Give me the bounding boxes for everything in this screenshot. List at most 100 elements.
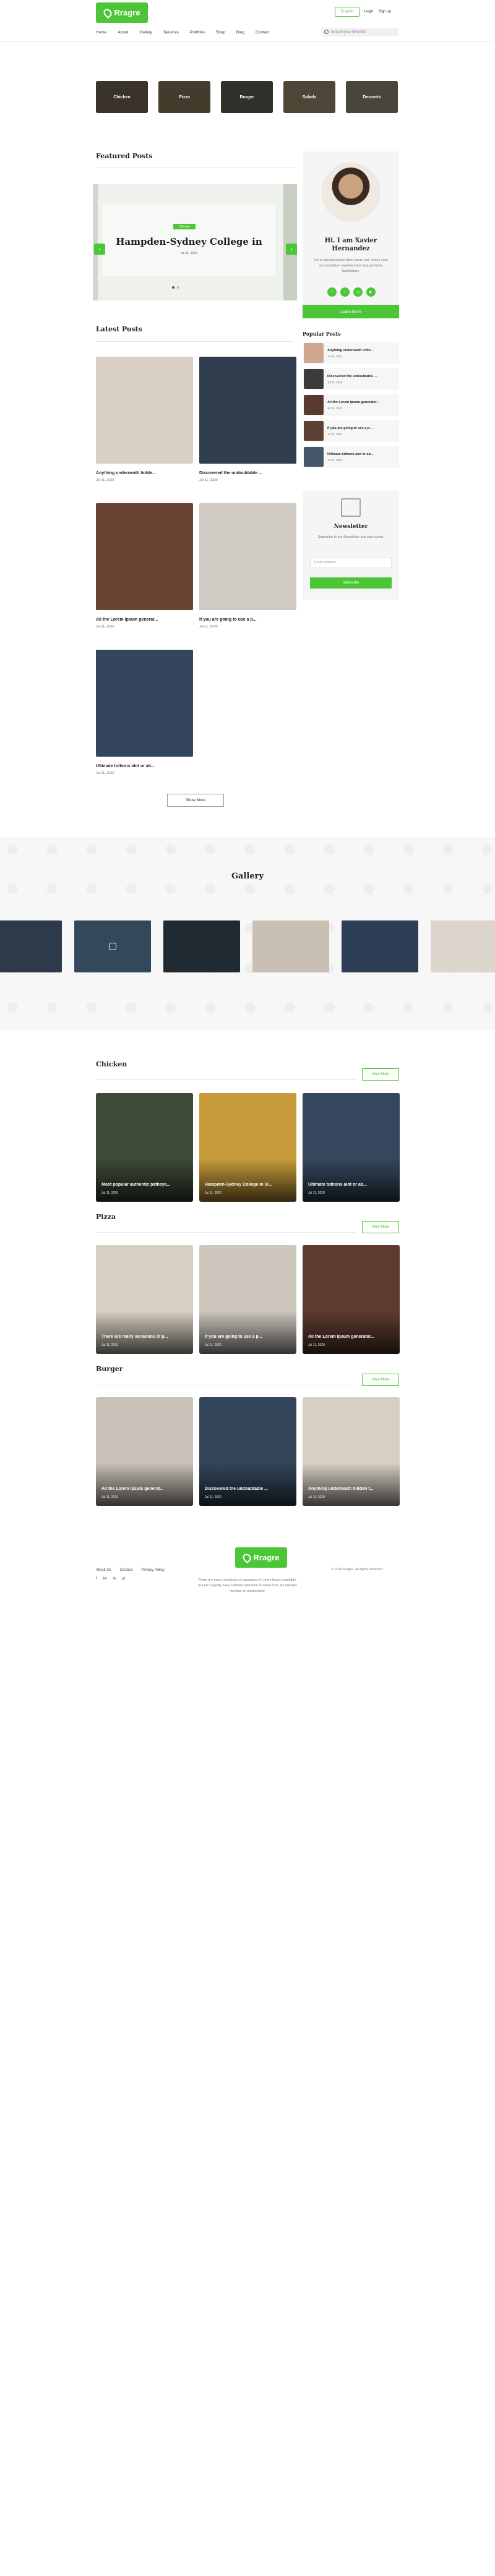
post-title[interactable]: All the Lorem Ipsum generat... [96,618,193,622]
gallery-image[interactable] [252,920,329,972]
popular-item[interactable]: All the Lorem Ipsum generator... Jul 11, … [303,394,399,416]
twitter-icon[interactable]: t [340,287,350,297]
popular-item[interactable]: Ultimate tuthoris alot or ab... Jul 11, 2… [303,446,399,468]
card-title[interactable]: There are many variations of p... [101,1335,189,1339]
category-post-card[interactable]: Hampden-Sydney College in Vi... Jul 11, 2… [199,1093,296,1202]
newsletter-email-field[interactable]: Email Address [310,557,392,568]
subscribe-button[interactable]: Subscribe [310,577,392,589]
category-post-card[interactable]: All the Lorem Ipsum generat... Jul 11, 20… [96,1397,193,1506]
footer-link-contact[interactable]: Contact [120,1568,133,1572]
category-card[interactable]: Salads [283,81,335,113]
gallery-image[interactable] [0,920,62,972]
show-more-button[interactable]: Show More [167,794,224,807]
instagram-icon[interactable]: ◎ [353,287,363,297]
card-title[interactable]: Most popular authentic pathsys... [101,1183,189,1187]
signup-link[interactable]: Sign up [378,10,390,14]
gallery-image[interactable] [74,920,151,972]
post-title[interactable]: If you are going to use a p... [199,618,296,622]
slide-peek [283,184,297,300]
nav-home[interactable]: Home [96,30,106,35]
post-title[interactable]: Ultimate tuthoris alot or ab... [96,764,193,768]
category-post-card[interactable]: Most popular authentic pathsys... Jul 11,… [96,1093,193,1202]
view-more-button[interactable]: View More [362,1068,399,1081]
gallery-image[interactable] [163,920,240,972]
card-title[interactable]: If you are going to use a p... [205,1335,293,1339]
section-divider [96,341,294,342]
post-image[interactable] [199,357,296,464]
nav-gallery[interactable]: Gallery [139,30,152,35]
popular-item-title[interactable]: Ultimate tuthoris alot or ab... [327,453,374,456]
popular-item-title[interactable]: All the Lorem Ipsum generator... [327,401,379,404]
post-card[interactable]: Ultimate tuthoris alot or ab... Jul 11, 2… [96,650,193,775]
search-input[interactable]: Search your favorites [321,28,398,36]
popular-item[interactable]: If you are going to use a p... Jul 11, 20… [303,420,399,442]
footer-link-privacy[interactable]: Privacy Policy [141,1568,164,1572]
nav-portfolio[interactable]: Portfolio [190,30,205,35]
post-title[interactable]: Anything underneath hidde... [96,471,193,475]
nav-shop[interactable]: Shop [216,30,225,35]
nav-services[interactable]: Services [163,30,179,35]
view-more-button[interactable]: View More [362,1221,399,1233]
popular-item-title[interactable]: Discovered the undoubtable ... [327,375,377,378]
slider-next-button[interactable]: › [286,244,297,255]
post-card[interactable]: If you are going to use a p... Jul 11, 20… [199,503,296,629]
post-title[interactable]: Discovered the undoubtable ... [199,471,296,475]
nav-blog[interactable]: Blog [236,30,244,35]
slider-dot[interactable] [177,286,179,289]
slider-dot[interactable] [172,286,174,289]
post-image[interactable] [96,503,193,610]
post-card[interactable]: Anything underneath hidde... Jul 11, 2020 [96,357,193,482]
featured-post-title[interactable]: Hampden-Sydney College in [104,236,274,247]
card-title[interactable]: Hampden-Sydney College in Vi... [205,1183,293,1187]
category-post-card[interactable]: Anything underneath hidden t... Jul 11, 2… [303,1397,400,1506]
category-card[interactable]: Desserts [346,81,398,113]
linkedin-icon[interactable]: in [113,1577,116,1581]
popular-item-title[interactable]: If you are going to use a p... [327,427,372,430]
site-logo[interactable]: Rragre [96,2,148,23]
card-title[interactable]: Ultimate tuthoris alot or ab... [308,1183,396,1187]
card-title[interactable]: All the Lorem Ipsum generat... [101,1487,189,1491]
language-button[interactable]: English [335,7,359,17]
gallery-image[interactable] [431,920,495,972]
youtube-icon[interactable]: yt [122,1577,125,1581]
post-image[interactable] [96,357,193,464]
category-post-card[interactable]: There are many variations of p... Jul 11,… [96,1245,193,1354]
footer-logo[interactable]: Rragre [235,1547,287,1568]
nav-about[interactable]: About [118,30,128,35]
category-card[interactable]: Chicken [96,81,148,113]
view-more-button[interactable]: View More [362,1374,399,1386]
featured-meta: Jul 11, 2020 [181,252,197,255]
youtube-icon[interactable]: ▶ [366,287,376,297]
category-post-card[interactable]: Discovered the undoubtable ... Jul 11, 20… [199,1397,296,1506]
category-post-card[interactable]: Ultimate tuthoris alot or ab... Jul 11, 2… [303,1093,400,1202]
facebook-icon[interactable]: f [327,287,337,297]
footer-link-about[interactable]: About Us [96,1568,111,1572]
login-link[interactable]: Login [364,10,374,14]
popular-item[interactable]: Anything underneath leftlo... Jul 11, 202… [303,342,399,364]
learn-more-button[interactable]: Learn More [303,305,399,318]
featured-tag[interactable]: Chicken [173,224,196,229]
twitter-icon[interactable]: tw [103,1577,107,1581]
category-post-card[interactable]: All the Lorem Ipsum generator... Jul 11, … [303,1245,400,1354]
popular-item[interactable]: Discovered the undoubtable ... Jul 11, 20… [303,368,399,390]
category-post-card[interactable]: If you are going to use a p... Jul 11, 20… [199,1245,296,1354]
slider-prev-button[interactable]: ‹ [94,244,105,255]
featured-card[interactable]: Chicken Hampden-Sydney College in Jul 11… [103,205,275,276]
post-card[interactable]: All the Lorem Ipsum generat... Jul 11, 20… [96,503,193,629]
card-title[interactable]: All the Lorem Ipsum generator... [308,1335,396,1339]
popular-item-title[interactable]: Anything underneath leftlo... [327,349,374,352]
nav-contact[interactable]: Contact [256,30,269,35]
card-overlay [96,1158,193,1202]
facebook-icon[interactable]: f [96,1577,97,1581]
post-image[interactable] [199,503,296,610]
post-image[interactable] [96,650,193,757]
card-meta: Jul 11, 2020 [308,1343,325,1347]
card-title[interactable]: Discovered the undoubtable ... [205,1487,293,1491]
featured-slider[interactable]: Chicken Hampden-Sydney College in Jul 11… [93,184,297,300]
category-card[interactable]: Pizza [158,81,210,113]
card-title[interactable]: Anything underneath hidden t... [308,1487,396,1491]
post-meta: Jul 11, 2020 [199,625,218,629]
gallery-image[interactable] [342,920,418,972]
category-card[interactable]: Burger [221,81,273,113]
post-card[interactable]: Discovered the undoubtable ... Jul 11, 20… [199,357,296,482]
